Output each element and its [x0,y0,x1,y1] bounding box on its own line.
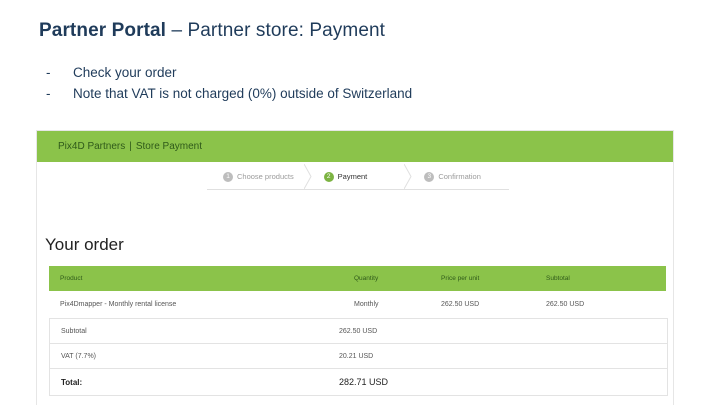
order-heading: Your order [45,235,124,254]
subtotal-label: Subtotal [61,327,87,335]
header-subtotal: Subtotal [546,275,570,282]
brand-name[interactable]: Pix4D Partners [58,141,125,152]
bullet-list: - Check your order - Note that VAT is no… [46,64,412,106]
subtotal-value: 262.50 USD [339,327,378,335]
bullet-item: - Check your order [46,64,412,85]
step-label: Payment [337,172,368,181]
bullet-marker: - [46,86,51,101]
cell-quantity: Monthly [354,300,379,308]
total-value: 282.71 USD [339,377,389,387]
vat-value: 20.21 USD [339,352,374,360]
cell-price: 262.50 USD [441,300,480,308]
vat-row: VAT (7.7%) 20.21 USD [50,344,667,369]
step-number: 1 [223,171,233,182]
page-name: Store Payment [135,141,203,152]
step-number: 3 [424,171,435,182]
stepper-divider [207,189,509,190]
bullet-item: - Note that VAT is not charged (0%) outs… [46,85,412,106]
vat-label: VAT (7.7%) [61,352,97,360]
store-payment-screenshot: Pix4D Partners | Store Payment 1 Choose … [37,131,673,405]
bullet-marker: - [46,65,51,80]
bullet-text: Check your order [73,65,177,80]
subtotal-row: Subtotal 262.50 USD [50,319,667,344]
order-table: Product Quantity Price per unit Subtotal… [49,266,666,317]
table-header: Product Quantity Price per unit Subtotal [49,266,666,291]
total-label: Total: [61,377,83,387]
step-number: 2 [323,171,334,182]
cell-subtotal: 262.50 USD [546,300,585,308]
checkout-stepper: 1 Choose products 2 Payment 3 Confirmati… [207,164,509,189]
slide-title-main: Partner Portal [39,20,167,41]
step-choose-products[interactable]: 1 Choose products [207,164,312,189]
step-payment[interactable]: 2 Payment [308,164,412,189]
table-row: Pix4Dmapper - Monthly rental license Mon… [49,291,666,317]
header-product: Product [60,275,83,282]
order-totals: Subtotal 262.50 USD VAT (7.7%) 20.21 USD… [49,318,668,396]
step-label: Choose products [237,172,294,181]
step-label: Confirmation [438,172,481,181]
bullet-text: Note that VAT is not charged (0%) outsid… [73,86,413,101]
slide-title: Partner Portal – Partner store: Payment [39,20,385,42]
slide-title-sub: – Partner store: Payment [166,20,386,41]
cell-product: Pix4Dmapper - Monthly rental license [60,300,177,308]
step-confirmation[interactable]: 3 Confirmation [408,164,509,189]
header-quantity: Quantity [354,275,379,282]
total-row: Total: 282.71 USD [50,369,667,395]
app-header: Pix4D Partners | Store Payment [37,131,673,162]
header-separator: | [129,141,132,152]
header-price: Price per unit [441,275,480,282]
